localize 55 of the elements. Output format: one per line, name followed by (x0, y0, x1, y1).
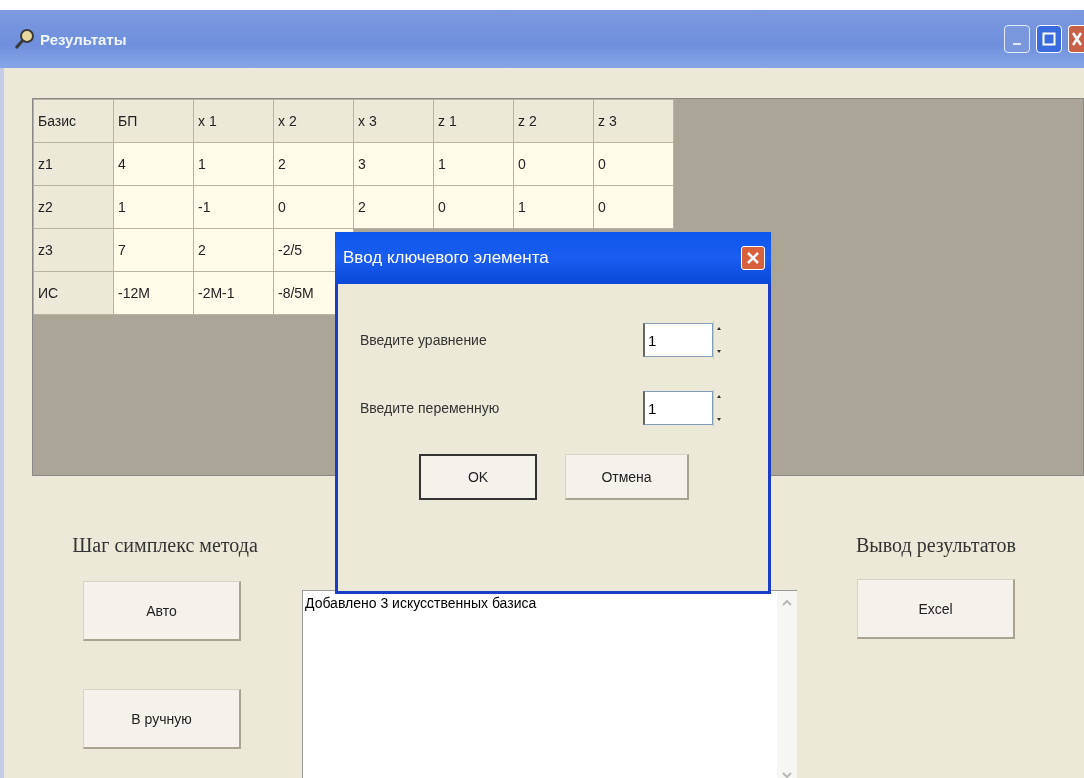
magnifier-icon (14, 28, 36, 50)
scroll-down-icon[interactable] (781, 769, 793, 778)
column-header: z 1 (433, 99, 514, 143)
field-label: Введите уравнение (360, 332, 487, 348)
table-cell: 3 (353, 142, 434, 186)
close-icon (1071, 32, 1082, 46)
column-header: x 2 (273, 99, 354, 143)
scrollbar[interactable] (777, 591, 797, 778)
column-header: БП (113, 99, 194, 143)
table-cell: 2 (273, 142, 354, 186)
table-cell: z1 (33, 142, 114, 186)
log-line: Добавлено 3 искусственных базиса (305, 595, 538, 611)
table-cell: 0 (513, 142, 594, 186)
column-header: x 3 (353, 99, 434, 143)
close-button[interactable] (1068, 25, 1084, 53)
maximize-button[interactable] (1036, 25, 1062, 53)
table-cell: 1 (433, 142, 514, 186)
spin-field[interactable]: 1 (643, 323, 713, 357)
table-cell: z2 (33, 185, 114, 229)
table-cell: ИС (33, 271, 114, 315)
table-cell: 2 (193, 228, 274, 272)
table-cell: 7 (113, 228, 194, 272)
maximize-icon (1042, 32, 1056, 46)
table-cell: -1 (193, 185, 274, 229)
log-textarea[interactable]: Добавлено 3 искусственных базиса (302, 590, 797, 778)
spin-field[interactable]: 1 (643, 391, 713, 425)
table-cell: 0 (593, 185, 674, 229)
excel-button[interactable]: Excel (857, 579, 1015, 639)
window-title: Результаты (40, 30, 127, 48)
step-button[interactable]: Авто (83, 581, 241, 641)
close-icon (747, 252, 759, 264)
column-header: z 3 (593, 99, 674, 143)
table-cell: 0 (273, 185, 354, 229)
column-header: x 1 (193, 99, 274, 143)
section-title: Шаг симплекс метода (72, 534, 258, 557)
column-header: Базис (33, 99, 114, 143)
field-label: Введите переменную (360, 400, 500, 416)
table-cell: 4 (113, 142, 194, 186)
step-button[interactable]: В ручную (83, 689, 241, 749)
table-cell: 1 (113, 185, 194, 229)
section-title: Вывод результатов (856, 534, 1016, 557)
table-cell: -2M-1 (193, 271, 274, 315)
dialog-button[interactable]: OK (419, 454, 537, 500)
table-cell: 2 (353, 185, 434, 229)
table-cell: 1 (513, 185, 594, 229)
table-cell: z3 (33, 228, 114, 272)
minimize-button[interactable] (1004, 25, 1030, 53)
table-cell: 0 (433, 185, 514, 229)
close-button[interactable] (741, 246, 765, 270)
table-cell: -12M (113, 271, 194, 315)
table-cell: 1 (193, 142, 274, 186)
table-cell: 0 (593, 142, 674, 186)
column-header: z 2 (513, 99, 594, 143)
dialog-button[interactable]: Отмена (565, 454, 689, 500)
minimize-icon (1013, 43, 1021, 45)
